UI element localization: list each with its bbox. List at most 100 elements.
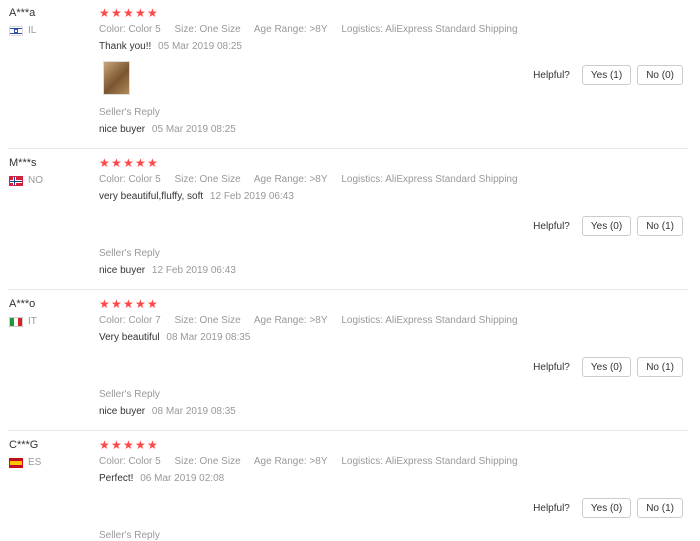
helpful-vote: Helpful? Yes (0) No (1) [533,498,683,518]
seller-reply: nice buyer 12 Feb 2019 06:43 [99,265,236,276]
divider [8,430,688,431]
star-icon: ★ [147,297,158,311]
vote-no-button[interactable]: No (0) [637,65,683,85]
seller-reply: nice buyer 05 Mar 2019 08:25 [99,124,236,135]
israel-flag-icon [9,25,23,36]
logistics-attribute: Logistics: AliExpress Standard Shipping [341,315,518,326]
vote-no-button[interactable]: No (1) [637,216,683,236]
color-attribute: Color: Color 7 [99,315,161,326]
divider [8,148,688,149]
color-attribute: Color: Color 5 [99,174,161,185]
seller-reply-text: nice buyer [99,265,146,276]
star-icon: ★ [135,156,146,170]
order-details: Color: Color 5 Size: One Size Age Range:… [99,174,529,185]
helpful-vote: Helpful? Yes (1) No (0) [533,65,683,85]
size-attribute: Size: One Size [174,174,241,185]
review-text: Very beautiful 08 Mar 2019 08:35 [99,332,250,343]
review-text: Perfect! 06 Mar 2019 02:08 [99,473,224,484]
review-photo-thumbnail[interactable] [103,61,130,95]
vote-yes-button[interactable]: Yes (0) [581,498,632,518]
vote-yes-button[interactable]: Yes (0) [581,216,632,236]
country-code: IT [28,316,37,327]
star-icon: ★ [123,297,134,311]
review-date: 05 Mar 2019 08:25 [158,41,242,52]
reviewer-country: IL [9,25,36,36]
country-code: ES [28,457,42,468]
review-date: 06 Mar 2019 02:08 [140,473,225,484]
reviewer-name: M***s [9,157,37,169]
vote-yes-button[interactable]: Yes (0) [581,357,632,377]
seller-reply-label: Seller's Reply [99,530,160,541]
review-date: 12 Feb 2019 06:43 [209,191,294,202]
seller-reply-date: 12 Feb 2019 06:43 [151,265,236,276]
reviewer-name: A***a [9,7,36,19]
divider [8,289,688,290]
size-attribute: Size: One Size [174,456,241,467]
star-icon: ★ [123,438,134,452]
seller-reply-label: Seller's Reply [99,107,160,118]
logistics-attribute: Logistics: AliExpress Standard Shipping [341,456,518,467]
order-details: Color: Color 7 Size: One Size Age Range:… [99,315,529,326]
seller-reply-text: nice buyer [99,124,146,135]
helpful-vote: Helpful? Yes (0) No (1) [533,216,683,236]
age-attribute: Age Range: >8Y [253,174,328,185]
age-attribute: Age Range: >8Y [253,315,328,326]
age-attribute: Age Range: >8Y [253,24,328,35]
color-attribute: Color: Color 5 [99,24,161,35]
star-icon: ★ [135,6,146,20]
star-icon: ★ [99,156,110,170]
reviewer-country: NO [9,175,43,186]
rating-stars: ★ ★ ★ ★ ★ [99,438,159,452]
seller-reply-label: Seller's Reply [99,248,160,259]
reviewer-country: ES [9,457,41,468]
star-icon: ★ [147,156,158,170]
age-attribute: Age Range: >8Y [253,456,328,467]
order-details: Color: Color 5 Size: One Size Age Range:… [99,24,529,35]
logistics-attribute: Logistics: AliExpress Standard Shipping [341,24,518,35]
order-details: Color: Color 5 Size: One Size Age Range:… [99,456,529,467]
color-attribute: Color: Color 5 [99,456,161,467]
reviewer-country: IT [9,316,37,327]
star-icon: ★ [99,438,110,452]
star-icon: ★ [99,297,110,311]
helpful-label: Helpful? [533,361,570,373]
italy-flag-icon [9,316,23,327]
seller-reply: nice buyer 08 Mar 2019 08:35 [99,406,236,417]
star-icon: ★ [111,297,122,311]
star-icon: ★ [135,297,146,311]
rating-stars: ★ ★ ★ ★ ★ [99,6,159,20]
helpful-label: Helpful? [533,69,570,81]
star-icon: ★ [99,6,110,20]
reviewer-name: C***G [9,439,39,451]
review-body: Very beautiful [99,332,160,343]
reviewer-name: A***o [9,298,36,310]
star-icon: ★ [111,156,122,170]
rating-stars: ★ ★ ★ ★ ★ [99,297,159,311]
helpful-label: Helpful? [533,502,570,514]
norway-flag-icon [9,175,23,186]
star-icon: ★ [147,438,158,452]
seller-reply-date: 05 Mar 2019 08:25 [151,124,236,135]
star-icon: ★ [111,6,122,20]
country-code: NO [28,175,43,186]
size-attribute: Size: One Size [174,24,241,35]
vote-no-button[interactable]: No (1) [637,498,683,518]
rating-stars: ★ ★ ★ ★ ★ [99,156,159,170]
seller-reply-text: nice buyer [99,406,146,417]
review-text: very beautiful,fluffy, soft 12 Feb 2019 … [99,191,294,202]
star-icon: ★ [111,438,122,452]
review-date: 08 Mar 2019 08:35 [166,332,251,343]
helpful-label: Helpful? [533,220,570,232]
helpful-vote: Helpful? Yes (0) No (1) [533,357,683,377]
review-body: Perfect! [99,473,134,484]
logistics-attribute: Logistics: AliExpress Standard Shipping [341,174,518,185]
star-icon: ★ [147,6,158,20]
country-code: IL [28,25,37,36]
seller-reply-date: 08 Mar 2019 08:35 [151,406,236,417]
spain-flag-icon [9,457,23,468]
star-icon: ★ [123,156,134,170]
vote-yes-button[interactable]: Yes (1) [581,65,632,85]
review-text: Thank you!! 05 Mar 2019 08:25 [99,41,242,52]
vote-no-button[interactable]: No (1) [637,357,683,377]
star-icon: ★ [123,6,134,20]
